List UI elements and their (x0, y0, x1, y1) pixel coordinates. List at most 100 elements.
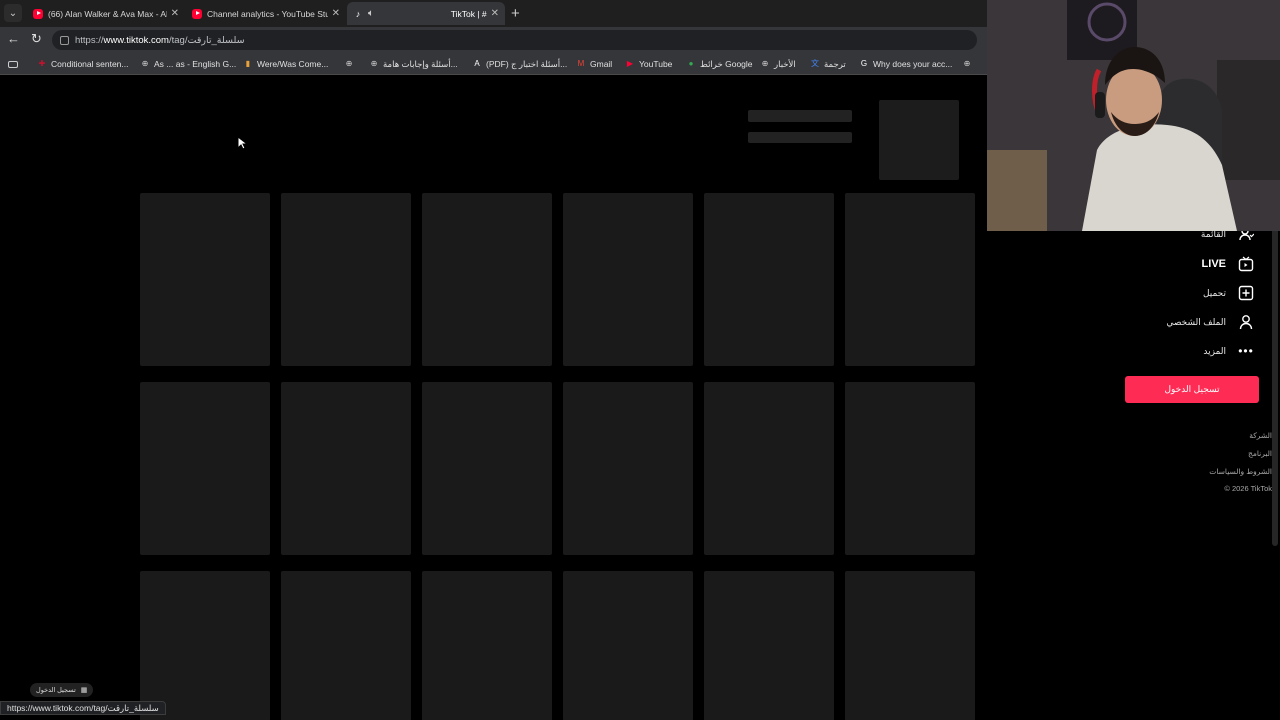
footer-link-program[interactable]: البرنامج (1248, 449, 1272, 458)
gmail-icon: M (577, 59, 585, 68)
bookmark-item[interactable]: ⊕ (962, 57, 976, 71)
video-card-skeleton (422, 382, 552, 555)
apps-icon[interactable] (8, 57, 18, 71)
bookmark-label: (PDF) أسئلة اختبار ج... (486, 58, 568, 69)
url-protocol: https:// (75, 34, 104, 46)
youtube-icon (33, 8, 43, 19)
close-tab-icon[interactable]: ✕ (171, 8, 179, 19)
address-bar[interactable]: https:// www.tiktok.com /tag/سلسلة_تارقت (52, 30, 977, 50)
subtitle-skeleton (748, 132, 852, 143)
video-card-skeleton (281, 571, 411, 720)
video-card-skeleton (563, 571, 693, 720)
sidebar-item-live[interactable]: LIVE (1202, 256, 1254, 272)
tiktok-icon: ♪ (355, 8, 361, 19)
close-tab-icon[interactable]: ✕ (332, 8, 340, 19)
sidebar-item-label: تحميل (1202, 287, 1226, 298)
video-card-skeleton (422, 571, 552, 720)
video-card-skeleton (563, 382, 693, 555)
bookmark-item[interactable]: ✚ Conditional senten... (37, 57, 129, 71)
tab-alan-walker[interactable]: (66) Alan Walker & Ava Max - Alon ✕ (27, 2, 185, 25)
bookmark-label: Gmail (590, 59, 613, 69)
bookmark-item[interactable]: 文 ترجمة (810, 57, 846, 71)
footer-copyright: © 2026 TikTok (1224, 484, 1272, 493)
video-card-skeleton (704, 382, 834, 555)
bookmark-item[interactable]: ⊕ أسئلة وإجابات هامة... (369, 57, 458, 71)
sidebar-item-label: الملف الشخصي (1166, 316, 1226, 327)
bookmark-label: Why does your acc... (873, 59, 953, 69)
globe-icon: ⊕ (141, 59, 149, 68)
avatar-skeleton (879, 100, 959, 180)
youtube-icon (192, 8, 202, 19)
floating-login-label: تسجيل الدخول (36, 687, 76, 694)
new-tab-plus-icon[interactable]: + (511, 5, 520, 22)
bookmark-item[interactable]: G Why does your acc... (859, 57, 953, 71)
bookmark-label: أسئلة وإجابات هامة... (383, 58, 458, 69)
bookmark-label: الأخبار (774, 58, 796, 69)
maps-icon: ● (688, 59, 694, 68)
upload-icon (1238, 285, 1254, 301)
bookmark-item[interactable]: ● خرائط Google (686, 57, 753, 71)
bookmark-item[interactable]: ⊕ (344, 57, 358, 71)
floating-login-chip[interactable]: تسجيل الدخول ▦ (30, 683, 94, 697)
bookmark-label: YouTube (639, 59, 673, 69)
qr-code-icon: ▦ (80, 687, 88, 694)
video-card-skeleton (140, 571, 270, 720)
bookmark-item[interactable]: ⊕ الأخبار (760, 57, 796, 71)
video-card-skeleton (845, 382, 975, 555)
speaker-icon[interactable]: 🔈︎ (368, 8, 374, 19)
live-icon (1238, 256, 1254, 272)
video-card-skeleton (140, 193, 270, 366)
tab-tiktok[interactable]: ♪ 🔈︎ TikTok | # ✕ (347, 2, 505, 25)
video-card-skeleton (563, 193, 693, 366)
tab-title: Channel analytics - YouTube Studi (207, 8, 328, 19)
bookmark-item[interactable]: ▶ YouTube (625, 57, 672, 71)
sidebar-item-profile[interactable]: الملف الشخصي (1166, 314, 1254, 330)
sidebar-item-upload[interactable]: تحميل (1203, 285, 1254, 301)
tab-channel-analytics[interactable]: Channel analytics - YouTube Studi ✕ (186, 2, 346, 25)
status-url-tooltip: https://www.tiktok.com/tag/سلسلة_تارقت (0, 701, 166, 715)
tab-title: TikTok | # (450, 8, 487, 19)
bookmark-label: As ... as - English G... (154, 59, 237, 69)
uk-flag-icon: ✚ (38, 59, 46, 68)
bookmark-label: خرائط Google (700, 58, 753, 69)
streamer-camera-image (987, 0, 1280, 231)
tab-title: (66) Alan Walker & Ava Max - Alon (48, 8, 167, 19)
globe-icon: ⊕ (370, 59, 378, 68)
bookmark-label: Conditional senten... (51, 59, 129, 69)
close-tab-icon[interactable]: ✕ (491, 8, 499, 19)
globe-icon: ⊕ (345, 59, 353, 68)
tab-search-chevron-icon[interactable]: ⌄ (4, 4, 22, 22)
bookmark-item[interactable]: ▮ Were/Was Come... (243, 57, 329, 71)
title-skeleton (748, 110, 852, 122)
translate-icon: 文 (811, 59, 819, 68)
video-card-skeleton (845, 571, 975, 720)
video-card-skeleton (281, 193, 411, 366)
login-button[interactable]: تسجيل الدخول (1125, 376, 1259, 403)
folder-icon: ▮ (245, 59, 251, 68)
bookmark-label: Were/Was Come... (257, 59, 329, 69)
academia-icon: A (474, 59, 480, 68)
globe-icon: ⊕ (963, 59, 971, 68)
sidebar-item-more[interactable]: المزيد ••• (1203, 343, 1254, 359)
back-arrow-icon[interactable]: ← (7, 31, 20, 46)
footer-link-terms[interactable]: الشروط والسياسات (1209, 467, 1272, 476)
url-host: www.tiktok.com (103, 34, 169, 46)
url-path: /tag/سلسلة_تارقت (168, 34, 245, 46)
sidebar-item-label: المزيد (1203, 345, 1226, 356)
globe-icon: ⊕ (761, 59, 769, 68)
footer-link-company[interactable]: الشركة (1249, 431, 1272, 440)
mouse-cursor-icon (237, 136, 247, 150)
sidebar-item-label: LIVE (1201, 258, 1226, 270)
video-card-skeleton (281, 382, 411, 555)
bookmark-item[interactable]: A (PDF) أسئلة اختبار ج... (472, 57, 567, 71)
bookmark-item[interactable]: M Gmail (576, 57, 613, 71)
youtube-icon: ▶ (626, 59, 634, 68)
video-card-skeleton (845, 193, 975, 366)
video-card-skeleton (704, 193, 834, 366)
site-info-icon[interactable] (60, 35, 69, 45)
video-card-skeleton (422, 193, 552, 366)
google-icon: G (860, 59, 868, 68)
bookmark-item[interactable]: ⊕ As ... as - English G... (140, 57, 237, 71)
video-card-skeleton (704, 571, 834, 720)
reload-icon[interactable]: ↻ (31, 31, 42, 47)
